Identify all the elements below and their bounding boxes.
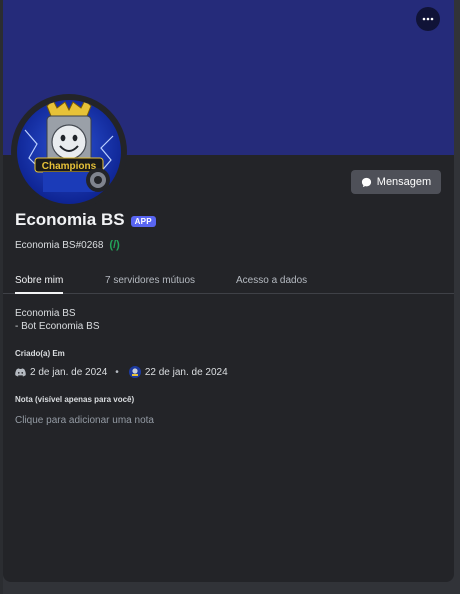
username-row: Economia BS#0268 (/) [15,239,120,251]
discord-icon [15,367,26,376]
chat-bubble-icon [361,177,371,187]
message-button[interactable]: Mensagem [351,170,441,194]
separator-dot: • [115,366,119,378]
more-options-button[interactable] [416,7,440,31]
name-row: Economia BS APP [15,210,156,230]
slash-commands-indicator[interactable]: (/) [109,239,119,251]
status-indicator [86,168,110,192]
bio-line: Economia BS [15,308,76,319]
more-icon [422,17,434,21]
user-profile-modal: Champions Mensagem Economia BS APP Econo… [3,0,454,582]
status-offline-dot [90,172,106,188]
display-name: Economia BS [15,210,125,229]
message-button-label: Mensagem [376,176,432,188]
server-icon [128,366,141,378]
tab-mutual-servers[interactable]: 7 servidores mútuos [105,275,195,294]
bio-line: - Bot Economia BS [15,321,100,332]
created-dates: 2 de jan. de 2024 • 22 de jan. de 2024 [15,366,228,378]
bio: Economia BS - Bot Economia BS [15,307,99,333]
server-join-date: 22 de jan. de 2024 [144,366,228,378]
created-title: Criado(a) Em [15,349,65,358]
profile-tabs: Sobre mim 7 servidores mútuos Acesso a d… [3,268,454,294]
username: Economia BS#0268 [15,239,104,251]
note-title: Nota (visível apenas para você) [15,395,135,404]
note-input[interactable] [15,413,435,427]
app-badge: APP [130,215,156,227]
tab-data-access[interactable]: Acesso a dados [236,275,307,294]
avatar-text: Champions [42,161,97,172]
tab-about-me[interactable]: Sobre mim [15,275,64,294]
avatar-container[interactable]: Champions [11,94,127,210]
discord-join-date: 2 de jan. de 2024 [30,366,108,378]
